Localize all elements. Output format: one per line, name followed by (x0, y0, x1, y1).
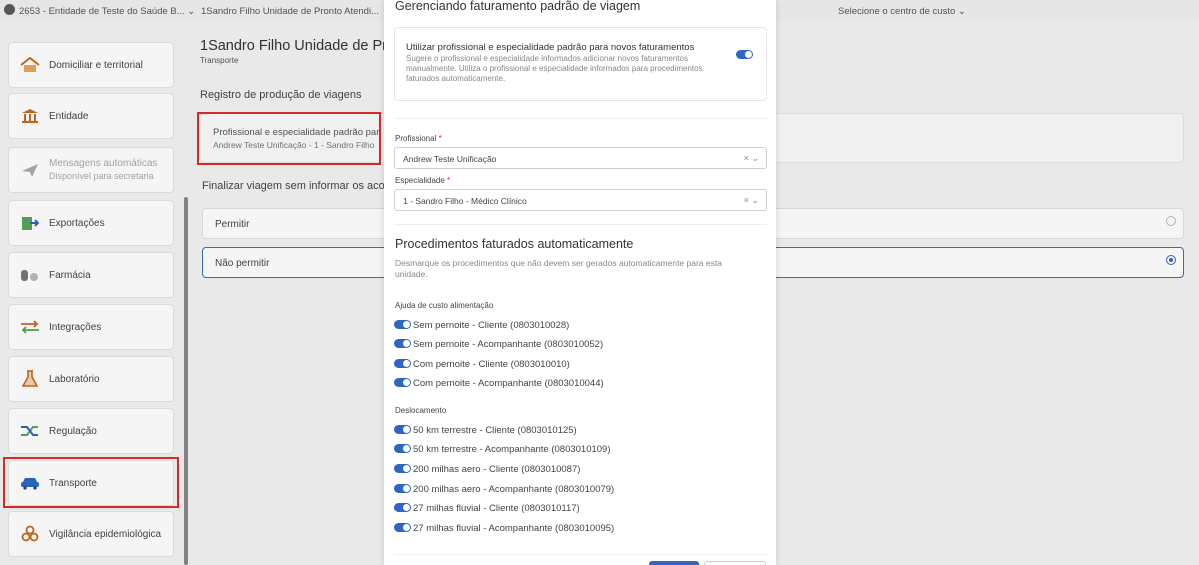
procedure-toggle[interactable] (394, 378, 411, 387)
procedure-toggle[interactable] (394, 523, 411, 532)
especialidade-value: 1 - Sandro Filho - Médico Clínico (403, 196, 527, 206)
procedure-toggle[interactable] (394, 359, 411, 368)
save-button[interactable] (649, 561, 699, 565)
procedure-label: 50 km terrestre - Cliente (0803010125) (413, 425, 577, 436)
procedures-description: Desmarque os procedimentos que não devem… (395, 258, 722, 279)
profissional-select[interactable]: Andrew Teste Unificação × ⌄ (394, 147, 767, 169)
procedure-item[interactable]: 200 milhas aero - Acompanhante (08030100… (394, 484, 614, 496)
procedure-toggle[interactable] (394, 320, 411, 329)
procedure-toggle[interactable] (394, 339, 411, 348)
default-card-title: Utilizar profissional e especialidade pa… (406, 42, 695, 53)
procedure-toggle[interactable] (394, 444, 411, 453)
clear-icon[interactable]: × (744, 153, 749, 163)
procedure-item[interactable]: Com pernoite - Acompanhante (0803010044) (394, 378, 604, 390)
procedure-label: Com pernoite - Cliente (0803010010) (413, 359, 570, 370)
chevron-down-icon[interactable]: ⌄ (751, 195, 759, 205)
chevron-down-icon[interactable]: ⌄ (751, 153, 759, 163)
procedure-item[interactable]: 27 milhas fluvial - Acompanhante (080301… (394, 523, 614, 535)
procedure-label: 27 milhas fluvial - Acompanhante (080301… (413, 523, 615, 534)
procedure-item[interactable]: Sem pernoite - Acompanhante (0803010052) (394, 339, 603, 351)
modal-title: Gerenciando faturamento padrão de viagem (395, 0, 641, 13)
procedure-label: 27 milhas fluvial - Cliente (0803010117) (413, 503, 580, 514)
procedure-item[interactable]: 27 milhas fluvial - Cliente (0803010117) (394, 503, 580, 515)
procedures-title: Procedimentos faturados automaticamente (395, 237, 634, 251)
procedure-toggle[interactable] (394, 464, 411, 473)
cancel-button[interactable] (704, 561, 766, 565)
group-heading-deslocamento: Deslocamento (395, 406, 447, 415)
procedure-label: Sem pernoite - Acompanhante (0803010052) (413, 339, 604, 350)
procedure-label: 200 milhas aero - Acompanhante (08030100… (413, 484, 615, 495)
procedure-item[interactable]: 50 km terrestre - Cliente (0803010125) (394, 425, 577, 437)
procedure-item[interactable]: Sem pernoite - Cliente (0803010028) (394, 320, 569, 332)
clear-icon[interactable]: × (744, 195, 749, 205)
procedure-label: 50 km terrestre - Acompanhante (08030101… (413, 444, 611, 455)
procedure-label: Com pernoite - Acompanhante (0803010044) (413, 378, 604, 389)
group-heading-alimentacao: Ajuda de custo alimentação (395, 301, 494, 310)
profissional-value: Andrew Teste Unificação (403, 154, 497, 164)
procedure-toggle[interactable] (394, 484, 411, 493)
billing-modal: Gerenciando faturamento padrão de viagem… (384, 0, 776, 565)
procedure-toggle[interactable] (394, 425, 411, 434)
divider (394, 118, 767, 119)
procedure-item[interactable]: 200 milhas aero - Cliente (0803010087) (394, 464, 580, 476)
default-professional-card: Utilizar profissional e especialidade pa… (394, 27, 767, 101)
divider (394, 224, 767, 225)
procedure-toggle[interactable] (394, 503, 411, 512)
divider (394, 554, 767, 555)
default-professional-toggle[interactable] (736, 50, 753, 59)
procedure-item[interactable]: Com pernoite - Cliente (0803010010) (394, 359, 570, 371)
procedure-label: 200 milhas aero - Cliente (0803010087) (413, 464, 581, 475)
procedure-item[interactable]: 50 km terrestre - Acompanhante (08030101… (394, 444, 611, 456)
profissional-label: Profissional * (395, 134, 442, 143)
especialidade-select[interactable]: 1 - Sandro Filho - Médico Clínico × ⌄ (394, 189, 767, 211)
procedure-label: Sem pernoite - Cliente (0803010028) (413, 320, 570, 331)
default-card-description: Sugere o profissional e especialidade in… (406, 54, 703, 83)
especialidade-label: Especialidade * (395, 176, 451, 185)
